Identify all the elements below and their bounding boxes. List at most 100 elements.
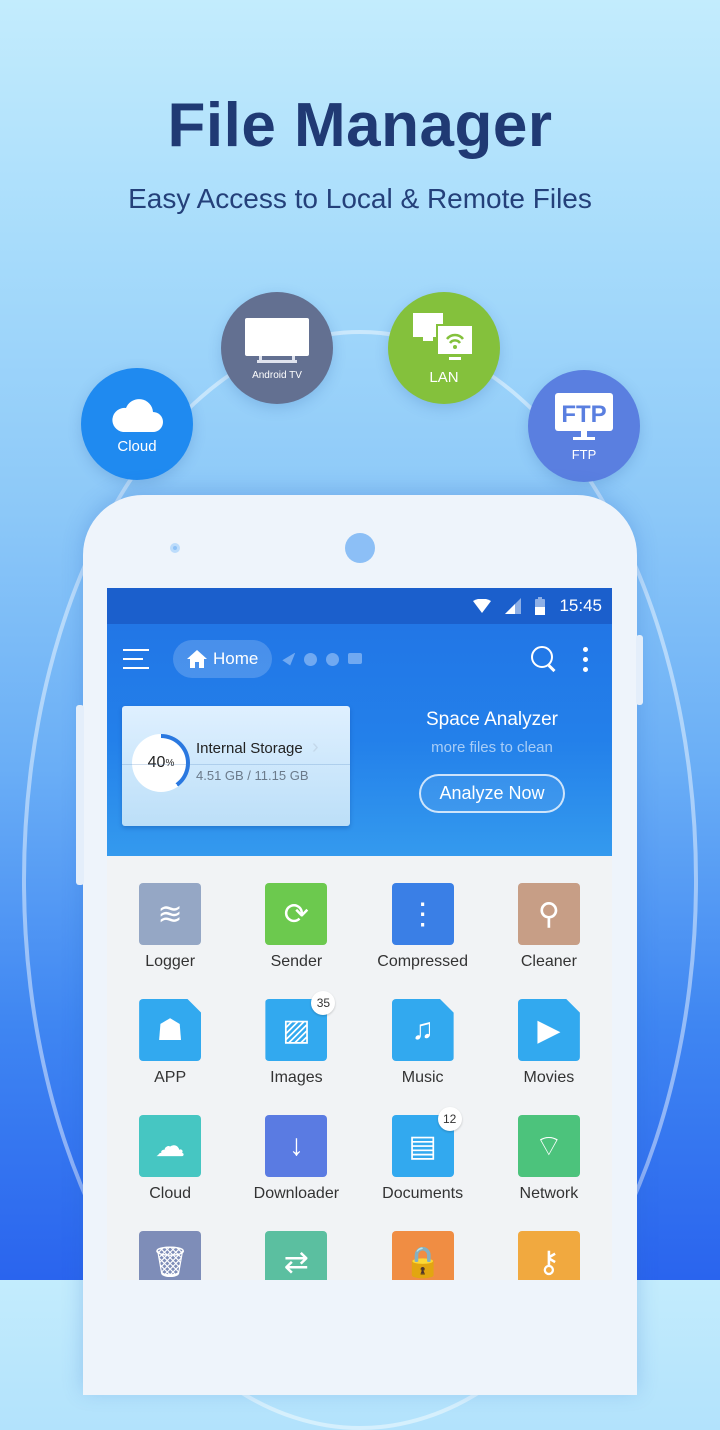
category-compressed[interactable]: ⋮ Compressed — [360, 883, 486, 999]
lock-icon: 🔒 — [391, 1231, 454, 1280]
category-grid: ≋ Logger ⟳ Sender ⋮ Compressed ⚲ Cleaner ☗ APP ▨ 35… — [107, 856, 612, 1280]
category-icon-wrap: ⚲ — [517, 883, 580, 945]
category-icon-wrap: ⋮ — [391, 883, 454, 945]
phone-side-button — [76, 705, 84, 885]
category-icon-wrap: ▨ 35 — [265, 991, 336, 1061]
category-label: Cloud — [149, 1185, 192, 1202]
phone-side-button — [636, 635, 643, 705]
category-label: Images — [270, 1069, 323, 1086]
count-badge: 12 — [437, 1107, 462, 1131]
message-icon[interactable] — [348, 652, 363, 664]
category-label: Cleaner — [520, 953, 577, 970]
count-badge: 35 — [311, 991, 336, 1015]
encrypt-icon: ⚷ — [517, 1231, 580, 1280]
category-icon-wrap: ⟳ — [265, 883, 328, 945]
clock: 15:45 — [559, 596, 602, 615]
ftp-icon: FTP — [555, 392, 613, 440]
sender-icon: ⟳ — [265, 883, 328, 945]
category-logger[interactable]: ≋ Logger — [107, 883, 233, 999]
signal-icon — [505, 598, 522, 614]
chevron-right-icon: › — [312, 736, 319, 758]
category-downloader[interactable]: ↓ Downloader — [233, 1115, 359, 1231]
promo-subtitle: Easy Access to Local & Remote Files — [128, 183, 592, 214]
category-lock[interactable]: 🔒 — [360, 1231, 486, 1280]
category-icon-wrap: ▤ 12 — [391, 1107, 462, 1177]
android-icon: ☗ — [139, 999, 202, 1061]
svg-text:FTP: FTP — [561, 401, 606, 428]
storage-size: 4.51 GB / 11.15 GB — [196, 768, 309, 783]
category-icon-wrap: ▶ — [517, 999, 580, 1061]
broom-icon: ⚲ — [517, 883, 580, 945]
feature-label: FTP — [571, 446, 597, 462]
category-icon-wrap: ↓ — [265, 1115, 328, 1177]
feature-label: Android TV — [252, 369, 302, 381]
category-sender[interactable]: ⟳ Sender — [233, 883, 359, 999]
history-icon[interactable] — [304, 652, 318, 666]
category-icon-wrap: ♫ — [391, 999, 454, 1061]
phone-sensor — [170, 543, 180, 553]
router-icon: ⌔ — [517, 1115, 580, 1177]
cloud-icon: ☁ — [139, 1115, 202, 1177]
app-header: Home 40% Internal Storage › 4.51 GB / 11… — [107, 624, 612, 856]
logger-icon: ≋ — [139, 883, 202, 945]
promo-title: File Manager — [167, 91, 553, 160]
video-icon: ▶ — [517, 999, 580, 1061]
storage-title: Internal Storage — [196, 740, 303, 757]
category-label: Documents — [382, 1185, 464, 1202]
feature-label: Cloud — [117, 437, 157, 455]
category-icon-wrap: ☗ — [139, 999, 202, 1061]
storage-percent: 40% — [136, 738, 186, 788]
category-label: Movies — [523, 1069, 575, 1086]
category-icon-wrap: ⌔ — [517, 1115, 580, 1177]
category-label: Sender — [270, 953, 323, 970]
category-label: Network — [519, 1185, 579, 1202]
menu-icon[interactable] — [123, 649, 149, 669]
more-options-icon[interactable] — [583, 646, 588, 672]
feature-label: LAN — [429, 368, 459, 386]
analyzer-title: Space Analyzer — [425, 709, 559, 730]
feature-android-tv: Android TV — [221, 292, 333, 404]
category-icon-wrap: ☁ — [139, 1115, 202, 1177]
category-cleaner[interactable]: ⚲ Cleaner — [486, 883, 612, 999]
feature-cloud: Cloud — [81, 368, 193, 480]
storage-usage-ring: 40% — [132, 734, 190, 792]
breadcrumb-home[interactable]: Home — [173, 640, 273, 678]
category-trash[interactable]: 🗑 — [107, 1231, 233, 1280]
analyzer-subtitle: more files to clean — [431, 739, 553, 756]
category-label: Downloader — [253, 1185, 340, 1202]
breadcrumb-label: Home — [213, 649, 259, 668]
chart-icon[interactable] — [326, 652, 340, 666]
category-label: Logger — [145, 953, 196, 970]
app-screen: 15:45 Home 40% Internal Storage › 4.51 G… — [107, 588, 612, 1280]
status-bar: 15:45 — [107, 588, 612, 624]
wifi-icon — [473, 599, 492, 613]
category-app[interactable]: ☗ APP — [107, 999, 233, 1115]
zip-icon: ⋮ — [391, 883, 454, 945]
category-label: Music — [401, 1069, 444, 1086]
internal-storage-card[interactable]: 40% Internal Storage › 4.51 GB / 11.15 G… — [122, 706, 350, 826]
category-icon-wrap: ⇄ — [265, 1231, 328, 1280]
battery-icon — [535, 597, 546, 615]
category-network[interactable]: ⌔ Network — [486, 1115, 612, 1231]
category-icon-wrap: ≋ — [139, 883, 202, 945]
send-icon[interactable] — [282, 652, 296, 666]
cloud-icon — [112, 398, 163, 432]
trash-icon: 🗑 — [139, 1231, 202, 1280]
category-movies[interactable]: ▶ Movies — [486, 999, 612, 1115]
category-encrypt[interactable]: ⚷ — [486, 1231, 612, 1280]
lan-icon — [413, 312, 474, 360]
analyze-now-button[interactable]: Analyze Now — [419, 774, 565, 813]
phone-camera — [345, 533, 375, 563]
category-icon-wrap: 🔒 — [391, 1231, 454, 1280]
category-documents[interactable]: ▤ 12 Documents — [360, 1107, 486, 1231]
toolbar: Home — [107, 624, 612, 694]
category-icon-wrap: 🗑 — [139, 1231, 202, 1280]
feature-ftp: FTP FTP — [528, 370, 640, 482]
category-transfer[interactable]: ⇄ — [233, 1231, 359, 1280]
category-label: APP — [154, 1069, 187, 1086]
category-music[interactable]: ♫ Music — [360, 999, 486, 1115]
search-icon[interactable] — [531, 646, 557, 672]
download-icon: ↓ — [265, 1115, 328, 1177]
category-images[interactable]: ▨ 35 Images — [233, 991, 359, 1115]
category-cloud[interactable]: ☁ Cloud — [107, 1115, 233, 1231]
